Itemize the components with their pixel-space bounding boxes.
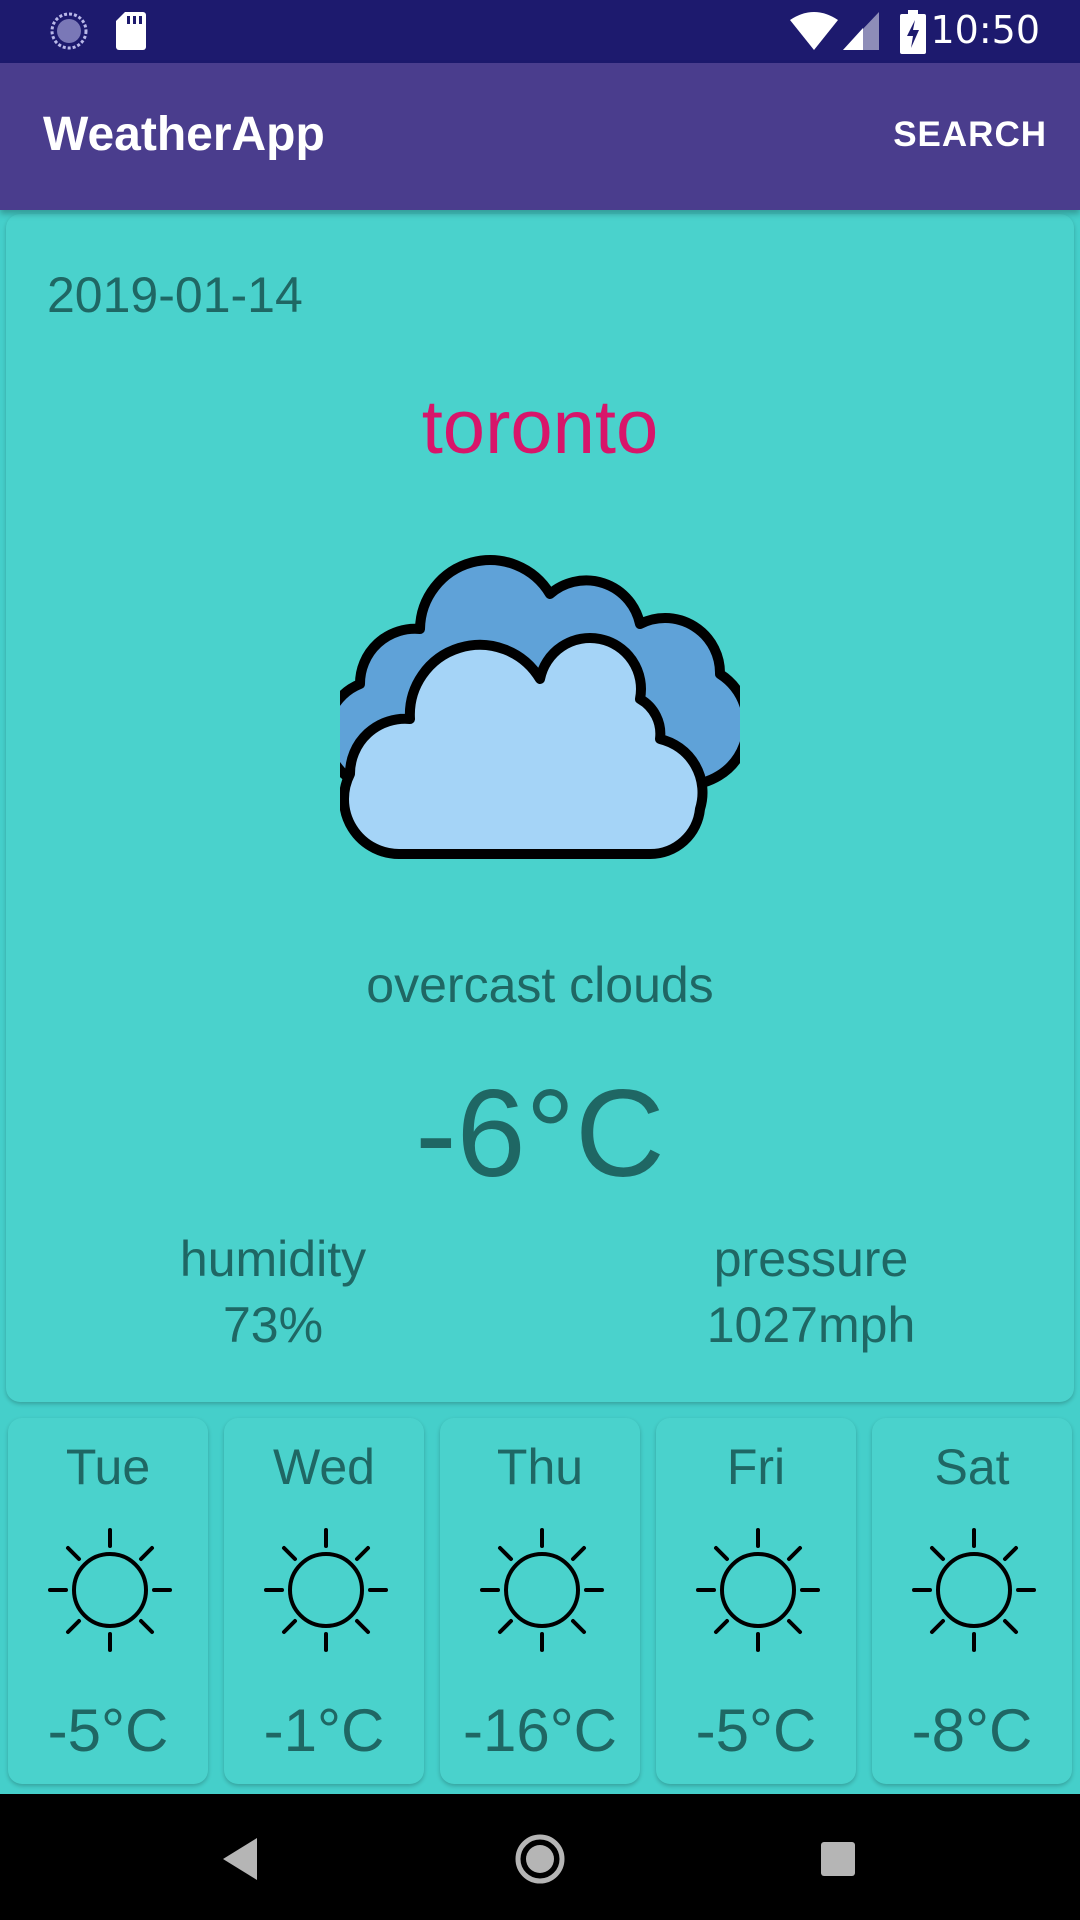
forecast-day: Tue (65, 1439, 151, 1495)
forecast-temperature: -1°C (263, 1697, 385, 1764)
sun-icon (912, 1528, 1036, 1652)
humidity-stat: humidity 73% (93, 1226, 453, 1358)
pressure-label: pressure (713, 1231, 909, 1287)
back-icon[interactable] (205, 1824, 275, 1894)
app-title: WeatherApp (43, 108, 325, 161)
forecast-day: Wed (273, 1439, 375, 1495)
forecast-temperature: -5°C (47, 1697, 169, 1764)
sync-icon (50, 12, 88, 50)
sun-icon (696, 1528, 820, 1652)
app-bar: WeatherApp SEARCH (0, 63, 1080, 210)
current-weather-card: 2019-01-14 toronto overcast clouds -6°C … (6, 214, 1074, 1402)
recents-icon[interactable] (803, 1824, 873, 1894)
search-button[interactable]: SEARCH (893, 115, 1047, 155)
navigation-bar (0, 1794, 1080, 1920)
forecast-card-sat[interactable]: Sat -8°C (872, 1418, 1072, 1784)
home-icon[interactable] (505, 1824, 575, 1894)
date-label: 2019-01-14 (47, 267, 303, 323)
pressure-stat: pressure 1027mph (631, 1226, 991, 1358)
status-time: 10:50 (930, 8, 1040, 52)
forecast-day: Sat (934, 1439, 1010, 1495)
current-temperature: -6°C (415, 1065, 665, 1203)
wifi-icon (790, 12, 838, 50)
sd-card-icon (116, 12, 146, 50)
forecast-card-tue[interactable]: Tue -5°C (8, 1418, 208, 1784)
battery-charging-icon (900, 10, 926, 54)
forecast-day: Thu (496, 1439, 584, 1495)
city-name: toronto (421, 385, 659, 470)
weather-description: overcast clouds (366, 957, 714, 1013)
forecast-card-fri[interactable]: Fri -5°C (656, 1418, 856, 1784)
forecast-temperature: -5°C (695, 1697, 817, 1764)
forecast-card-thu[interactable]: Thu -16°C (440, 1418, 640, 1784)
status-bar: 10:50 (0, 0, 1080, 63)
humidity-label: humidity (179, 1231, 367, 1287)
humidity-value: 73% (222, 1297, 324, 1353)
forecast-day: Fri (726, 1439, 786, 1495)
overcast-clouds-icon (340, 555, 740, 860)
forecast-card-wed[interactable]: Wed -1°C (224, 1418, 424, 1784)
sun-icon (48, 1528, 172, 1652)
sun-icon (480, 1528, 604, 1652)
sun-icon (264, 1528, 388, 1652)
forecast-temperature: -8°C (911, 1697, 1033, 1764)
signal-icon (843, 12, 879, 50)
pressure-value: 1027mph (706, 1297, 916, 1353)
forecast-temperature: -16°C (462, 1697, 618, 1764)
